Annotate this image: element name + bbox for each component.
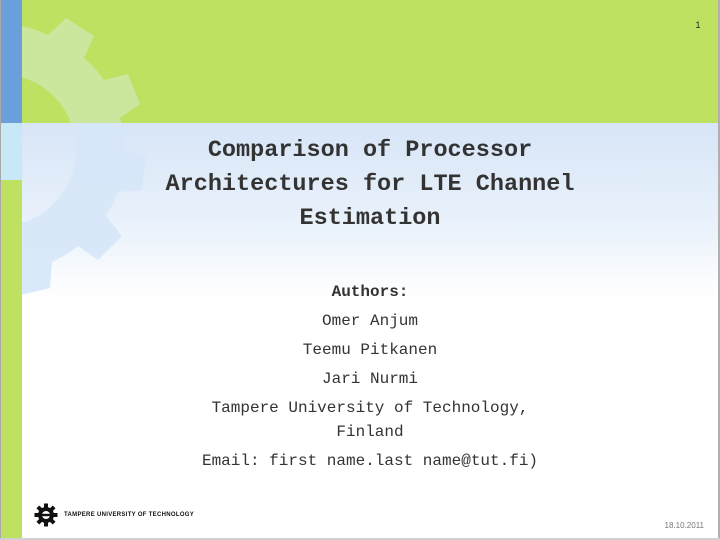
- author-name: Omer Anjum: [321, 312, 418, 330]
- left-strip-cyan: [0, 123, 22, 180]
- left-strip-green: [0, 180, 22, 540]
- slide-title: Comparison of Processor Architectures fo…: [90, 134, 650, 236]
- authors-block: Authors: Omer Anjum Teemu Pitkanen Jari …: [90, 280, 650, 478]
- authors-heading: Authors:: [331, 283, 409, 301]
- slide-border-left: [0, 0, 1, 540]
- left-strip-blue: [0, 0, 22, 123]
- author-name: Teemu Pitkanen: [302, 341, 438, 359]
- email-text: Email: first name.last name@tut.fi): [201, 452, 539, 470]
- title-line: Comparison of Processor: [207, 137, 533, 164]
- title-line: Architectures for LTE Channel: [165, 171, 575, 198]
- university-logo: TAMPERE UNIVERSITY OF TECHNOLOGY: [34, 503, 194, 527]
- slide-number: 1: [695, 20, 701, 30]
- gear-icon: [34, 503, 58, 527]
- author-name: Jari Nurmi: [321, 370, 418, 388]
- affiliation-line: Finland: [336, 423, 404, 441]
- affiliation-line: Tampere University of Technology,: [211, 399, 529, 417]
- slide-date: 18.10.2011: [664, 521, 704, 530]
- title-line: Estimation: [299, 205, 441, 232]
- slide: 1 Comparison of Processor Architectures …: [0, 0, 720, 540]
- university-name: TAMPERE UNIVERSITY OF TECHNOLOGY: [64, 512, 195, 518]
